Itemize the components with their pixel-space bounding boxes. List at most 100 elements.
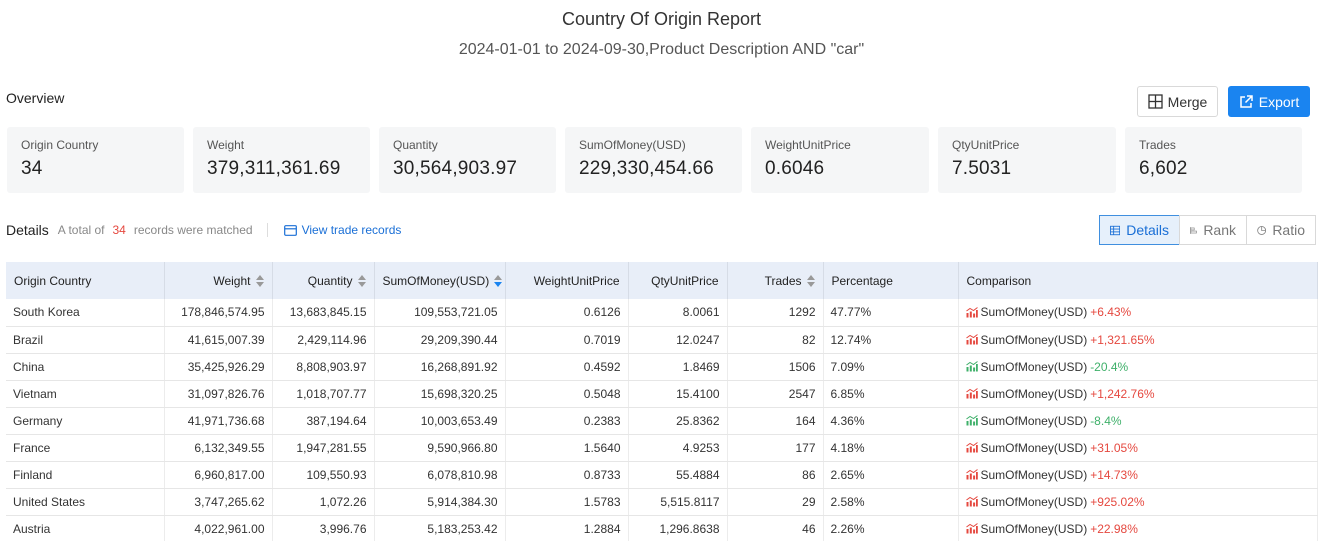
cell-pct: 2.65% xyxy=(823,461,959,489)
cell-weight: 35,425,926.29 xyxy=(164,353,273,381)
cell-wup: 1.2884 xyxy=(505,515,629,541)
cell-country: Austria xyxy=(6,515,165,541)
comparison-change: +925.02% xyxy=(1090,494,1145,509)
stat-card-origin-country: Origin Country 34 xyxy=(7,127,184,193)
sort-desc-icon[interactable] xyxy=(494,275,503,288)
cell-money: 109,553,721.05 xyxy=(374,299,506,327)
cell-country: Vietnam xyxy=(6,380,165,408)
stat-label: Trades xyxy=(1139,138,1176,152)
cell-country: Germany xyxy=(6,407,165,435)
cell-weight: 41,971,736.68 xyxy=(164,407,273,435)
col-header-label: WeightUnitPrice xyxy=(533,273,620,288)
cell-comparison: SumOfMoney(USD) +22.98% xyxy=(958,515,1318,541)
stat-label: Origin Country xyxy=(21,138,99,152)
cell-wup: 0.2383 xyxy=(505,407,629,435)
stat-label: Quantity xyxy=(393,138,438,152)
col-header-weight-unit-price: WeightUnitPrice xyxy=(505,262,629,299)
cell-weight: 178,846,574.95 xyxy=(164,299,273,327)
tab-details[interactable]: Details xyxy=(1099,215,1180,245)
comparison-label: SumOfMoney(USD) xyxy=(980,386,1088,401)
table-row[interactable]: Brazil 41,615,007.39 2,429,114.96 29,209,39… xyxy=(6,326,1318,354)
cell-weight: 6,960,817.00 xyxy=(164,461,273,489)
tab-rank[interactable]: Rank xyxy=(1179,215,1247,245)
table-row[interactable]: United States 3,747,265.62 1,072.26 5,914,3… xyxy=(6,488,1318,516)
stat-label: WeightUnitPrice xyxy=(765,138,851,152)
cell-weight: 6,132,349.55 xyxy=(164,434,273,462)
cell-money: 16,268,891.92 xyxy=(374,353,506,381)
cell-quantity: 1,072.26 xyxy=(272,488,375,516)
overview-label: Overview xyxy=(6,90,65,106)
stat-value: 6,602 xyxy=(1139,158,1188,179)
cell-quantity: 387,194.64 xyxy=(272,407,375,435)
cell-pct: 2.26% xyxy=(823,515,959,541)
cell-trades: 46 xyxy=(727,515,824,541)
card-icon xyxy=(283,224,297,236)
cell-country: China xyxy=(6,353,165,381)
cell-trades: 82 xyxy=(727,326,824,354)
table-row[interactable]: Vietnam 31,097,826.76 1,018,707.77 15,698,3… xyxy=(6,380,1318,408)
divider xyxy=(266,223,268,237)
cell-trades: 1506 xyxy=(727,353,824,381)
stat-value: 7.5031 xyxy=(952,158,1012,179)
cell-pct: 47.77% xyxy=(823,299,959,327)
view-trade-records-link[interactable]: View trade records xyxy=(283,223,401,237)
cell-money: 9,590,966.80 xyxy=(374,434,506,462)
view-toggle: Details Rank Ratio xyxy=(1099,215,1316,245)
col-header-sum-of-money[interactable]: SumOfMoney(USD) xyxy=(374,262,506,299)
table-header-row: Origin Country Weight Quantity SumOfMone… xyxy=(6,262,1318,299)
cell-trades: 86 xyxy=(727,461,824,489)
cell-trades: 2547 xyxy=(727,380,824,408)
table-row[interactable]: Finland 6,960,817.00 109,550.93 6,078,810.9… xyxy=(6,461,1318,489)
comparison-change: -20.4% xyxy=(1090,359,1129,374)
cell-country: France xyxy=(6,434,165,462)
cell-weight: 31,097,826.76 xyxy=(164,380,273,408)
table-row[interactable]: Germany 41,971,736.68 387,194.64 10,003,653… xyxy=(6,407,1318,435)
pie-icon xyxy=(1257,225,1267,235)
col-header-trades[interactable]: Trades xyxy=(727,262,824,299)
cell-comparison: SumOfMoney(USD) +6.43% xyxy=(958,299,1318,327)
comparison-label: SumOfMoney(USD) xyxy=(980,521,1088,536)
cell-money: 15,698,320.25 xyxy=(374,380,506,408)
comparison-change: +1,321.65% xyxy=(1090,332,1155,347)
cell-pct: 6.85% xyxy=(823,380,959,408)
col-header-quantity[interactable]: Quantity xyxy=(272,262,375,299)
stat-card-weight-unit-price: WeightUnitPrice 0.6046 xyxy=(751,127,929,193)
col-header-weight[interactable]: Weight xyxy=(164,262,273,299)
comparison-label: SumOfMoney(USD) xyxy=(980,332,1088,347)
records-info-suffix: records were matched xyxy=(133,223,253,237)
cell-qup: 25.8362 xyxy=(628,407,728,435)
trend-up-icon xyxy=(965,523,978,534)
merge-button[interactable]: Merge xyxy=(1137,86,1218,117)
tab-ratio[interactable]: Ratio xyxy=(1246,215,1316,245)
cell-wup: 1.5640 xyxy=(505,434,629,462)
comparison-change: +31.05% xyxy=(1090,440,1138,455)
cell-weight: 3,747,265.62 xyxy=(164,488,273,516)
sort-icon[interactable] xyxy=(806,275,815,288)
sort-icon[interactable] xyxy=(255,275,264,288)
comparison-label: SumOfMoney(USD) xyxy=(980,440,1088,455)
table-row[interactable]: South Korea 178,846,574.95 13,683,845.15 10… xyxy=(6,299,1318,327)
table-row[interactable]: China 35,425,926.29 8,808,903.97 16,268,891… xyxy=(6,353,1318,381)
cell-wup: 0.4592 xyxy=(505,353,629,381)
stat-card-sum-of-money: SumOfMoney(USD) 229,330,454.66 xyxy=(565,127,742,193)
stat-card-quantity: Quantity 30,564,903.97 xyxy=(379,127,556,193)
stat-value: 30,564,903.97 xyxy=(393,158,518,179)
trend-up-icon xyxy=(965,334,978,345)
stat-label: QtyUnitPrice xyxy=(952,138,1020,152)
comparison-label: SumOfMoney(USD) xyxy=(980,467,1088,482)
sort-icon[interactable] xyxy=(357,275,366,288)
col-header-label: Origin Country xyxy=(14,273,92,288)
cell-pct: 4.18% xyxy=(823,434,959,462)
cell-country: South Korea xyxy=(6,299,165,327)
stat-card-trades: Trades 6,602 xyxy=(1125,127,1302,193)
cell-money: 5,183,253.42 xyxy=(374,515,506,541)
table-row[interactable]: Austria 4,022,961.00 3,996.76 5,183,253.42 1… xyxy=(6,515,1318,541)
cell-pct: 2.58% xyxy=(823,488,959,516)
cell-wup: 0.6126 xyxy=(505,299,629,327)
table-icon xyxy=(1110,225,1121,235)
cell-wup: 0.7019 xyxy=(505,326,629,354)
report-subtitle: 2024-01-01 to 2024-09-30,Product Descrip… xyxy=(458,41,865,58)
trend-up-icon xyxy=(965,442,978,453)
table-row[interactable]: France 6,132,349.55 1,947,281.55 9,590,966.… xyxy=(6,434,1318,462)
export-button[interactable]: Export xyxy=(1228,86,1310,117)
